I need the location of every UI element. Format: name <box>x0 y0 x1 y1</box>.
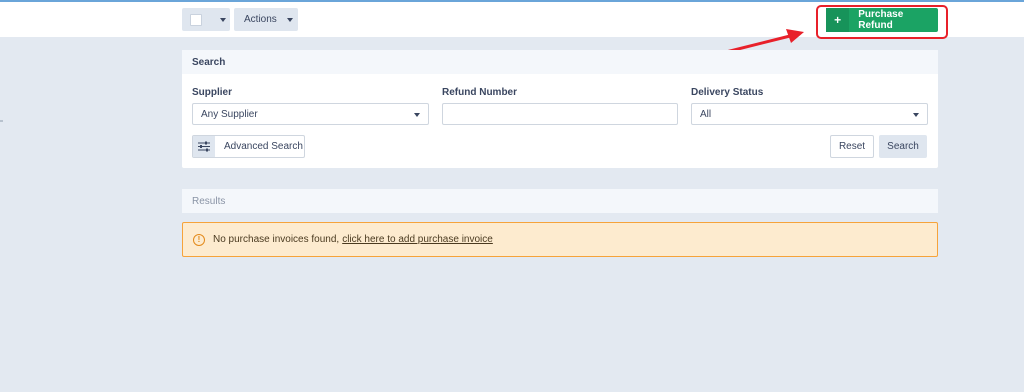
supplier-label: Supplier <box>192 87 233 98</box>
actions-dropdown-button[interactable]: Actions <box>234 8 298 31</box>
reset-button[interactable]: Reset <box>830 135 874 158</box>
delivery-status-select[interactable]: All <box>691 103 928 125</box>
plus-icon: + <box>826 8 850 32</box>
sliders-icon <box>193 136 215 157</box>
supplier-value: Any Supplier <box>201 108 258 120</box>
top-toolbar: Actions + Purchase Refund <box>0 0 1024 39</box>
results-panel-title: Results <box>182 189 938 213</box>
advanced-search-label: Advanced Search <box>224 141 303 152</box>
refund-number-input[interactable] <box>442 103 678 125</box>
actions-label: Actions <box>244 14 277 25</box>
chevron-down-icon <box>414 113 420 117</box>
chevron-down-icon <box>286 17 293 22</box>
advanced-search-button[interactable]: Advanced Search <box>192 135 305 158</box>
chevron-down-icon <box>913 113 919 117</box>
search-panel: Search Supplier Any Supplier Refund Numb… <box>182 50 938 168</box>
warning-icon: ! <box>193 233 205 246</box>
chevron-down-icon <box>220 17 226 22</box>
purchase-refund-label: Purchase Refund <box>858 9 904 31</box>
refund-number-label: Refund Number <box>442 87 517 98</box>
add-purchase-invoice-link[interactable]: click here to add purchase invoice <box>342 234 493 245</box>
select-all-dropdown[interactable] <box>182 8 230 31</box>
purchase-refund-button[interactable]: + Purchase Refund <box>826 8 938 32</box>
empty-results-notice: ! No purchase invoices found, click here… <box>182 222 938 257</box>
notice-text: No purchase invoices found, <box>213 234 340 245</box>
divider <box>0 120 3 122</box>
select-all-checkbox[interactable] <box>190 13 202 26</box>
search-button[interactable]: Search <box>879 135 927 158</box>
delivery-status-value: All <box>700 108 712 120</box>
delivery-status-label: Delivery Status <box>691 87 764 98</box>
search-panel-title: Search <box>182 50 938 74</box>
supplier-select[interactable]: Any Supplier <box>192 103 429 125</box>
